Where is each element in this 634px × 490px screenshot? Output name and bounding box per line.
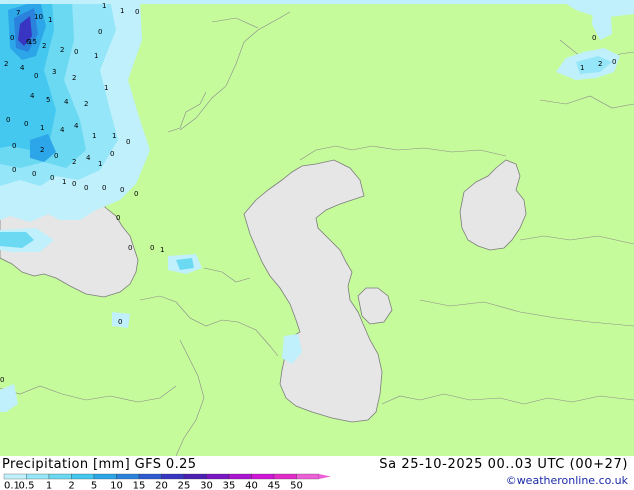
precip-value-label: 1 xyxy=(98,160,102,168)
precip-value-label: 0 xyxy=(150,244,154,252)
precip-value-label: 4 xyxy=(20,64,25,72)
precip-value-label: 1 xyxy=(160,246,164,254)
precip-value-label: 1 xyxy=(40,124,44,132)
legend-swatch xyxy=(116,473,140,480)
precip-value-label: 5 xyxy=(46,96,50,104)
precip-value-label: 1 xyxy=(94,52,98,60)
map-title: Precipitation [mm] GFS 0.25 xyxy=(2,457,197,472)
precip-value-label: 1 xyxy=(48,16,52,24)
legend-swatch xyxy=(138,473,162,480)
precip-value-label: 1 xyxy=(580,64,584,72)
precip-value-label: 0 xyxy=(126,138,130,146)
precip-value-label: 0 xyxy=(116,214,120,222)
precip-value-label: 2 xyxy=(72,74,76,82)
precip-value-label: 2 xyxy=(40,146,44,154)
credit-link[interactable]: ©weatheronline.co.uk xyxy=(506,474,628,487)
legend-swatch xyxy=(183,473,207,480)
precip-value-label: 0 xyxy=(74,48,78,56)
precip-value-label: 1 xyxy=(112,132,116,140)
precip-value-label: 0 xyxy=(12,166,16,174)
precip-value-label: 0 xyxy=(102,184,106,192)
precip-value-label: 0 xyxy=(98,28,102,36)
legend-label: 30 xyxy=(200,481,213,490)
legend-label: 20 xyxy=(155,481,168,490)
legend-swatch xyxy=(251,473,275,480)
precip-value-label: 2 xyxy=(84,100,88,108)
legend-arrow xyxy=(319,474,331,479)
precip-value-label: 0 xyxy=(34,72,38,80)
legend-label: 2 xyxy=(68,481,74,490)
precip-value-label: 0 xyxy=(134,190,138,198)
legend-label: 5 xyxy=(91,481,97,490)
precip-value-label: 4 xyxy=(86,154,91,162)
legend-label: 45 xyxy=(268,481,281,490)
precip-value-label: 0 xyxy=(128,244,132,252)
precip-value-label: 0 xyxy=(32,170,36,178)
precip-value-label: 0 xyxy=(120,186,124,194)
legend-label: 50 xyxy=(290,481,303,490)
precip-value-label: 4 xyxy=(30,92,35,100)
legend-swatch xyxy=(228,473,252,480)
legend-swatch xyxy=(161,473,185,480)
precip-value-label: 15 xyxy=(28,38,37,46)
legend-label: 25 xyxy=(178,481,191,490)
legend-swatch xyxy=(93,473,117,480)
legend-label: 35 xyxy=(223,481,236,490)
precip-value-label: 4 xyxy=(74,122,79,130)
precip-value-label: 1 xyxy=(92,132,96,140)
precip-value-label: 0 xyxy=(612,58,616,66)
precip-value-label: 0 xyxy=(10,34,14,42)
precip-value-label: 0 xyxy=(118,318,122,326)
legend-label: 15 xyxy=(133,481,146,490)
legend-swatch xyxy=(206,473,230,480)
legend-label: 1 xyxy=(46,481,52,490)
precip-value-label: 3 xyxy=(52,68,56,76)
legend-label: 0.5 xyxy=(19,481,35,490)
precip-value-label: 2 xyxy=(598,60,602,68)
precip-value-label: 2 xyxy=(60,46,64,54)
precip-value-label: 2 xyxy=(4,60,8,68)
precip-value-label: 0 xyxy=(6,116,10,124)
precip-value-label: 0 xyxy=(50,174,54,182)
precip-value-label: 2 xyxy=(42,42,46,50)
precip-value-label: 0 xyxy=(54,152,58,160)
precip-value-label: 0 xyxy=(135,8,139,16)
precip-value-label: 10 xyxy=(34,13,43,21)
precip-value-label: 0 xyxy=(592,34,596,42)
precip-value-label: 0 xyxy=(84,184,88,192)
precip-value-label: 1 xyxy=(120,7,124,15)
precip-value-label: 0 xyxy=(0,376,4,384)
precip-value-label: 0 xyxy=(24,120,28,128)
precip-value-label: 0 xyxy=(110,150,114,158)
legend-label: 0.1 xyxy=(4,481,20,490)
precip-value-label: 1 xyxy=(62,178,66,186)
precip-value-label: 4 xyxy=(60,126,65,134)
precip-value-label: 1 xyxy=(104,84,108,92)
precip-value-label: 0 xyxy=(12,142,16,150)
legend-swatch xyxy=(26,473,50,480)
legend-label: 10 xyxy=(110,481,123,490)
legend-swatch xyxy=(71,473,95,480)
precip-value-label: 0 xyxy=(72,180,76,188)
precipitation-map: 7 10 111 000 615 2 2 0 12 40 324 5 4 210 0 1 4 41 100 202 41… xyxy=(0,0,634,456)
valid-time: Sa 25-10-2025 00..03 UTC (00+27) xyxy=(379,457,628,472)
precip-value-label: 4 xyxy=(64,98,69,106)
legend-swatch xyxy=(3,473,27,480)
precip-value-label: 1 xyxy=(102,2,106,10)
precip-value-label: 2 xyxy=(72,158,76,166)
legend-swatch xyxy=(296,473,320,480)
legend-swatch xyxy=(48,473,72,480)
precip-value-label: 7 xyxy=(16,9,20,17)
legend-label: 40 xyxy=(245,481,258,490)
legend-swatch xyxy=(273,473,297,480)
legend-colorbar: 0.10.5 1 2 5 10 15 20 25 30 35 40 45 50 xyxy=(3,473,331,490)
